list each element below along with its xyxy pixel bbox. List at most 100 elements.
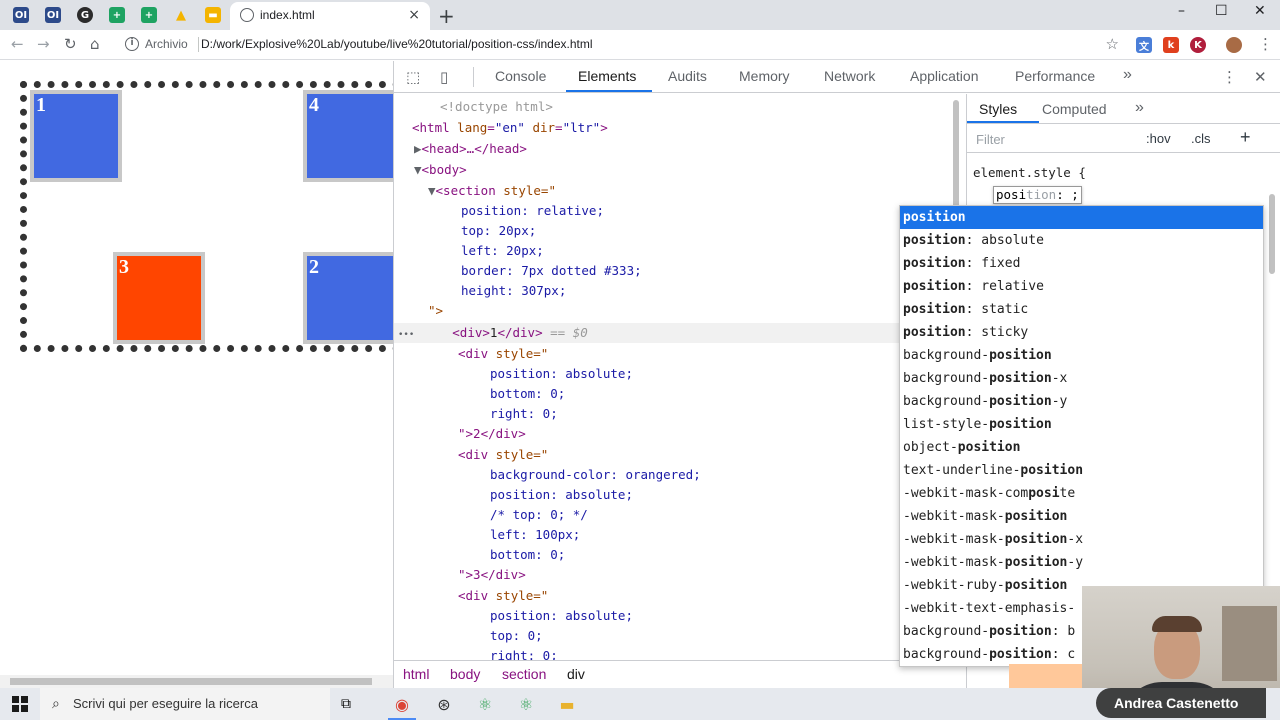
pinned-tab-sheets-2[interactable]: + [136, 4, 162, 26]
tab-memory[interactable]: Memory [739, 68, 790, 84]
autocomplete-suggestion[interactable]: background-position [900, 344, 1263, 367]
more-panes-chevron-icon[interactable]: » [1135, 99, 1144, 117]
scrollbar-thumb[interactable] [1269, 194, 1275, 274]
active-tab[interactable]: index.html × [230, 2, 430, 30]
address-bar[interactable]: i Archivio D:/work/Explosive%20Lab/youtu… [115, 33, 1125, 57]
css-property-input[interactable]: position: ; [993, 186, 1082, 204]
tab-audits[interactable]: Audits [668, 68, 707, 84]
elements-dom-tree[interactable]: <!doctype html> <html lang="en" dir="ltr… [394, 94, 966, 660]
google-sheets-icon: + [141, 7, 157, 23]
profile-avatar[interactable] [1226, 37, 1242, 53]
info-icon[interactable]: i [125, 37, 139, 51]
autocomplete-suggestion[interactable]: background-position-y [900, 390, 1263, 413]
task-view-icon[interactable]: ⧉ [336, 694, 356, 714]
expand-triangle-icon[interactable]: ▶ [414, 141, 422, 156]
reload-icon[interactable]: ↻ [64, 35, 77, 53]
tab-performance[interactable]: Performance [1015, 68, 1095, 84]
dom-line-doctype[interactable]: <!doctype html> [394, 97, 966, 117]
taskbar-search-box[interactable]: ⌕ Scrivi qui per eseguire la ricerca [40, 688, 330, 720]
autocomplete-suggestion[interactable]: position [900, 206, 1263, 229]
page-horizontal-scrollbar[interactable] [0, 675, 393, 688]
new-rule-plus-icon[interactable]: + [1240, 127, 1251, 148]
autocomplete-suggestion[interactable]: -webkit-mask-position [900, 505, 1263, 528]
windows-start-icon[interactable] [12, 696, 28, 712]
forward-arrow-icon[interactable]: → [37, 35, 50, 53]
pinned-tab-onenote-1[interactable]: OI [8, 4, 34, 26]
suggestion-match: position [957, 440, 1021, 455]
presenter-hair [1152, 616, 1202, 632]
atom-icon[interactable]: ⚛ [475, 694, 495, 714]
collapse-triangle-icon[interactable]: ▼ [428, 183, 436, 198]
dom-line-body[interactable]: ▼<body> [394, 160, 966, 180]
autocomplete-suggestion[interactable]: -webkit-mask-position-y [900, 551, 1263, 574]
autocomplete-suggestion[interactable]: -webkit-mask-position-x [900, 528, 1263, 551]
more-tabs-chevron-icon[interactable]: » [1123, 66, 1132, 84]
cls-button[interactable]: .cls [1191, 131, 1211, 146]
kebab-menu-icon[interactable]: ⋮ [1222, 68, 1237, 86]
autocomplete-suggestion[interactable]: position: absolute [900, 229, 1263, 252]
dom-line-selected-div[interactable]: ••• <div>1</div> == $0 [394, 323, 966, 343]
dom-line-html[interactable]: <html lang="en" dir="ltr"> [394, 118, 966, 138]
close-devtools-icon[interactable]: ✕ [1254, 68, 1267, 86]
pinned-tab-slides[interactable]: ▬ [200, 4, 226, 26]
dom-line-section[interactable]: ▼<section style=" [394, 181, 966, 201]
minimize-button[interactable]: – [1178, 3, 1185, 19]
scrollbar-thumb[interactable] [10, 678, 372, 685]
device-toolbar-icon[interactable]: ▯ [440, 68, 448, 86]
tab-elements[interactable]: Elements [578, 68, 636, 84]
dom-line-div2[interactable]: <div style=" [394, 344, 966, 364]
k-extension-icon[interactable]: k [1163, 37, 1179, 53]
back-arrow-icon[interactable]: ← [11, 35, 24, 53]
breadcrumb-section[interactable]: section [502, 666, 546, 682]
tab-styles[interactable]: Styles [979, 101, 1017, 117]
pinned-tab-drive[interactable]: ▲ [168, 4, 194, 26]
tab-application[interactable]: Application [910, 68, 979, 84]
autocomplete-suggestion[interactable]: text-underline-position [900, 459, 1263, 482]
hov-button[interactable]: :hov [1146, 131, 1171, 146]
pinned-tab-onenote-2[interactable]: OI [40, 4, 66, 26]
collapse-triangle-icon[interactable]: ▼ [414, 162, 422, 177]
autocomplete-suggestion[interactable]: position: sticky [900, 321, 1263, 344]
suggestion-match: position [989, 394, 1052, 409]
ellipsis-icon[interactable]: ••• [398, 330, 414, 340]
close-window-button[interactable]: ✕ [1254, 3, 1266, 19]
dom-line-head[interactable]: ▶<head>…</head> [394, 139, 966, 159]
dom-line-div4[interactable]: <div style=" [394, 586, 966, 606]
inspect-element-icon[interactable]: ⬚ [406, 68, 420, 86]
close-tab-icon[interactable]: × [408, 7, 420, 23]
k-circle-extension-icon[interactable]: K [1190, 37, 1206, 53]
autocomplete-suggestion[interactable]: background-position-x [900, 367, 1263, 390]
bookmark-star-icon[interactable]: ☆ [1106, 35, 1119, 53]
autocomplete-suggestion[interactable]: -webkit-mask-composite [900, 482, 1263, 505]
styles-filter-bar: Filter :hov .cls + [967, 125, 1280, 153]
breadcrumb-body[interactable]: body [450, 666, 480, 682]
tab-console[interactable]: Console [495, 68, 546, 84]
browser-menu-icon[interactable]: ⋮ [1258, 35, 1273, 53]
pinned-tab-grammarly[interactable]: G [72, 4, 98, 26]
tab-computed[interactable]: Computed [1042, 101, 1107, 117]
file-explorer-icon[interactable]: ▬ [557, 694, 577, 714]
value-separator: : ; [1056, 187, 1079, 202]
autocomplete-suggestion[interactable]: object-position [900, 436, 1263, 459]
maximize-button[interactable]: ☐ [1215, 3, 1228, 19]
pinned-tab-sheets-1[interactable]: + [104, 4, 130, 26]
autocomplete-suggestion[interactable]: position: relative [900, 275, 1263, 298]
steam-icon[interactable]: ⊛ [434, 694, 454, 714]
styles-scrollbar[interactable] [1267, 194, 1277, 444]
breadcrumb-html[interactable]: html [403, 666, 429, 682]
autocomplete-suggestion[interactable]: list-style-position [900, 413, 1263, 436]
new-tab-button[interactable]: + [438, 4, 455, 28]
attr-name: style [495, 588, 534, 603]
autocomplete-suggestion[interactable]: position: static [900, 298, 1263, 321]
tab-network[interactable]: Network [824, 68, 875, 84]
atom-beta-icon[interactable]: ⚛ [516, 694, 536, 714]
translate-icon[interactable]: 文 [1136, 37, 1152, 53]
autocomplete-suggestion[interactable]: position: fixed [900, 252, 1263, 275]
home-icon[interactable]: ⌂ [90, 35, 100, 53]
dom-line-div3[interactable]: <div style=" [394, 445, 966, 465]
url-text[interactable]: D:/work/Explosive%20Lab/youtube/live%20t… [201, 37, 593, 51]
filter-input[interactable]: Filter [976, 132, 1005, 147]
chrome-icon[interactable]: ◉ [392, 694, 412, 714]
onenote-icon: OI [13, 7, 29, 23]
breadcrumb-div[interactable]: div [567, 666, 585, 682]
